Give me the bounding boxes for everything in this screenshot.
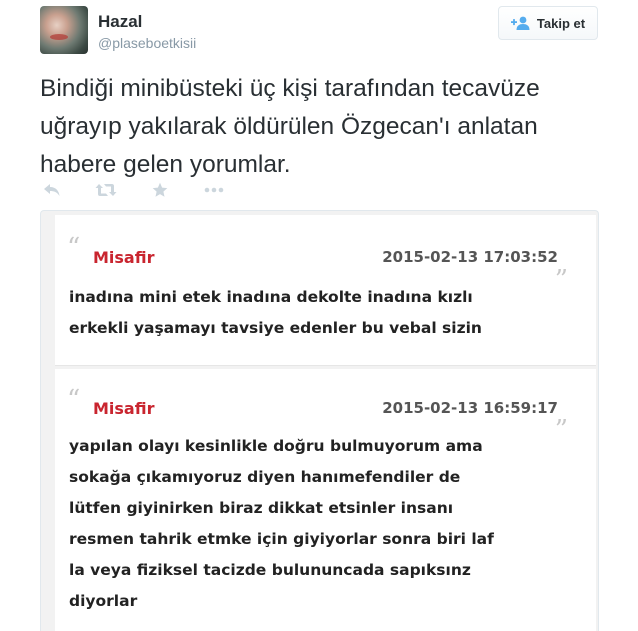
comment-line: inadına mini etek inadına dekolte inadın… xyxy=(69,288,473,306)
add-user-icon xyxy=(510,16,531,30)
retweet-button[interactable] xyxy=(94,180,118,200)
quote-open-icon: “ xyxy=(67,233,81,263)
comment-date: 2015-02-13 17:03:52 xyxy=(382,248,558,266)
tweet-text: Bindiği minibüsteki üç kişi tarafından t… xyxy=(40,75,540,178)
embedded-screenshot: “ Misafir 2015-02-13 17:03:52 ” inadına … xyxy=(40,210,599,631)
follow-button[interactable]: Takip et xyxy=(498,6,598,40)
more-icon xyxy=(204,187,224,193)
reply-button[interactable] xyxy=(40,180,64,200)
quote-open-icon: “ xyxy=(67,385,81,415)
comment-line: sokağa çıkamıyoruz diyen hanımefendiler … xyxy=(69,468,461,486)
retweet-icon xyxy=(95,183,117,197)
favorite-button[interactable] xyxy=(148,180,172,200)
comment-date: 2015-02-13 16:59:17 xyxy=(382,399,558,417)
comment-text: inadına mini etek inadına dekolte inadın… xyxy=(69,282,569,344)
comment-card: “ Misafir 2015-02-13 17:03:52 ” inadına … xyxy=(55,215,596,366)
follow-button-label: Takip et xyxy=(536,15,586,31)
comment-author: Misafir xyxy=(93,399,155,418)
user-name[interactable]: Hazal xyxy=(98,12,142,32)
avatar[interactable] xyxy=(40,6,88,54)
comment-line: lütfen giyinirken biraz dikkat etsinler … xyxy=(69,499,454,517)
more-button[interactable] xyxy=(202,180,226,200)
comment-author: Misafir xyxy=(93,248,155,267)
comment-line: resmen tahrik etmke için giyiyorlar sonr… xyxy=(69,530,494,548)
reply-icon xyxy=(43,183,61,197)
comment-text: yapılan olayı kesinlikle doğru bulmuyoru… xyxy=(69,431,569,617)
user-handle[interactable]: @plaseboetkisii xyxy=(98,35,196,51)
comment-line: erkekli yaşamayı tavsiye edenler bu veba… xyxy=(69,319,482,337)
comment-line: la veya fiziksel tacizde bulununcada sap… xyxy=(69,561,471,579)
comment-line: yapılan olayı kesinlikle doğru bulmuyoru… xyxy=(69,437,483,455)
comment-line: diyorlar xyxy=(69,592,138,610)
tweet-actions xyxy=(40,180,256,200)
star-icon xyxy=(152,182,168,198)
comment-card: “ Misafir 2015-02-13 16:59:17 ” yapılan … xyxy=(55,369,596,631)
